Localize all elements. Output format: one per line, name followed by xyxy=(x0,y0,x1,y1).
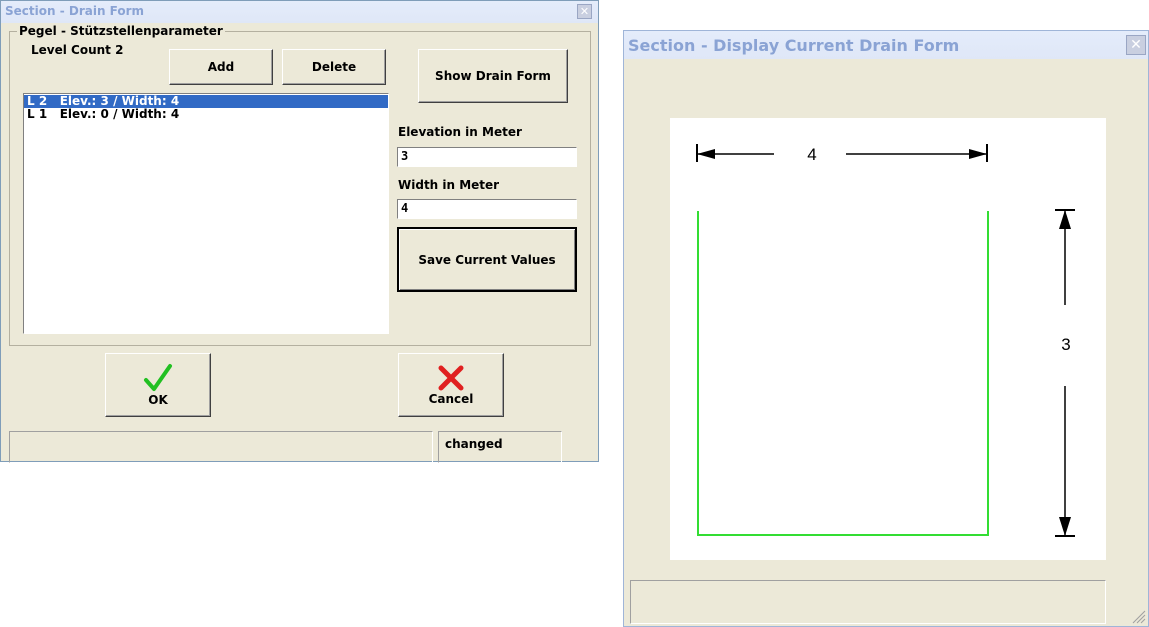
status-changed: changed xyxy=(438,431,562,463)
drain-form-drawing: 4 3 xyxy=(696,144,1075,537)
window-title: Section - Display Current Drain Form xyxy=(628,36,960,55)
show-drain-form-button[interactable]: Show Drain Form xyxy=(418,49,568,103)
add-button[interactable]: Add xyxy=(169,49,273,85)
height-dimension-label: 3 xyxy=(1061,335,1070,354)
elevation-label: Elevation in Meter xyxy=(398,125,522,139)
status-panel-main xyxy=(9,431,433,463)
width-field[interactable]: 4 xyxy=(397,199,577,219)
close-icon[interactable]: ✕ xyxy=(1126,35,1146,55)
red-x-icon xyxy=(438,365,464,391)
height-dimension xyxy=(1055,209,1075,537)
drain-profile-line xyxy=(697,211,989,536)
elevation-field[interactable]: 3 xyxy=(397,147,577,167)
group-title: Pegel - Stützstellenparameter xyxy=(17,24,225,38)
cancel-label: Cancel xyxy=(428,392,474,406)
ok-button[interactable]: OK xyxy=(105,353,211,417)
drain-form-titlebar[interactable]: Section - Drain Form ✕ xyxy=(1,1,598,23)
delete-button[interactable]: Delete xyxy=(282,49,386,85)
ok-label: OK xyxy=(148,393,168,407)
display-titlebar[interactable]: Section - Display Current Drain Form ✕ xyxy=(624,31,1148,59)
display-drain-form-window: Section - Display Current Drain Form ✕ 4 xyxy=(623,30,1149,627)
levels-list[interactable]: L 2 Elev.: 3 / Width: 4 L 1 Elev.: 0 / W… xyxy=(23,93,389,334)
list-item[interactable]: L 1 Elev.: 0 / Width: 4 xyxy=(24,108,388,121)
level-count-label: Level Count 2 xyxy=(31,43,124,57)
resize-grip-icon[interactable] xyxy=(1130,608,1146,624)
display-status-panel xyxy=(630,580,1106,624)
checkmark-icon xyxy=(144,364,172,391)
save-current-values-button[interactable]: Save Current Values xyxy=(397,227,577,292)
width-dimension-label: 4 xyxy=(807,145,816,164)
window-title: Section - Drain Form xyxy=(5,4,145,18)
width-dimension xyxy=(696,144,988,162)
cancel-button[interactable]: Cancel xyxy=(398,353,504,417)
width-label: Width in Meter xyxy=(398,178,500,192)
drain-form-canvas: 4 3 xyxy=(670,118,1106,560)
close-icon[interactable]: ✕ xyxy=(577,4,592,19)
drain-form-window: Section - Drain Form ✕ Pegel - Stützstel… xyxy=(0,0,599,463)
